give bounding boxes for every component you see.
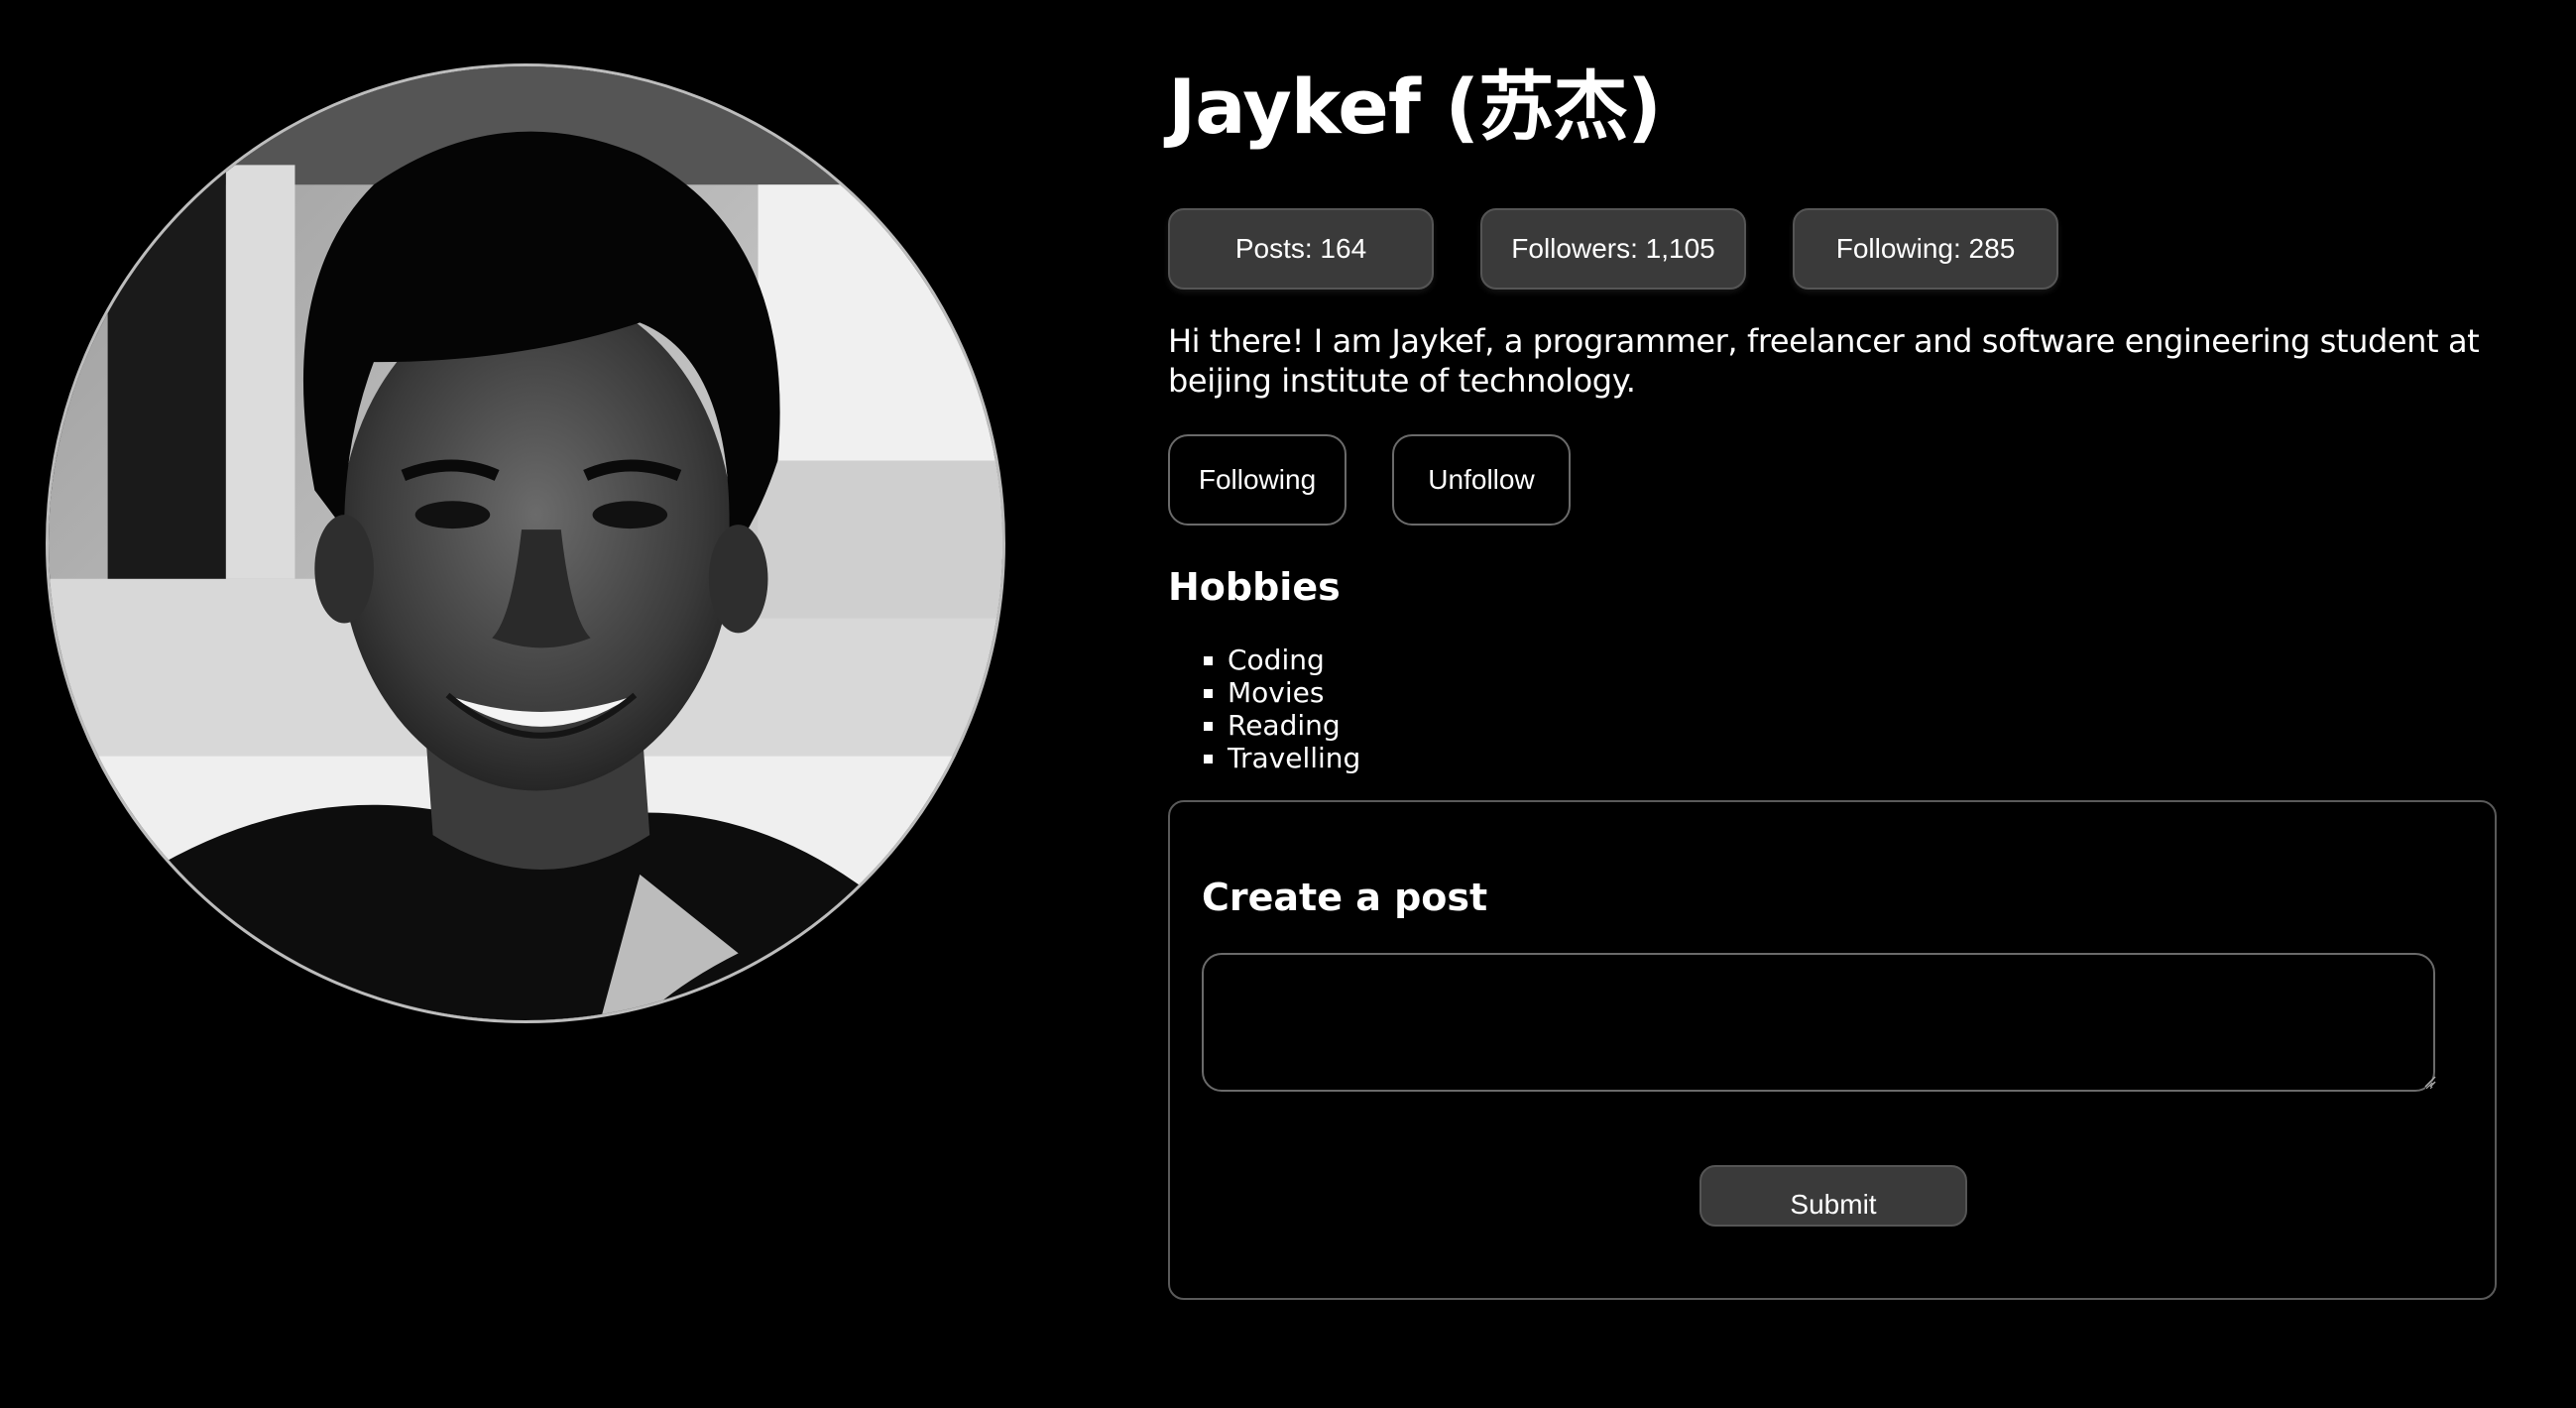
unfollow-button[interactable]: Unfollow — [1392, 434, 1571, 526]
profile-photo — [49, 66, 1002, 1020]
profile-stats: Posts: 164 Followers: 1,105 Following: 2… — [1168, 208, 2105, 290]
hobbies-list: Coding Movies Reading Travelling — [1168, 644, 1360, 774]
avatar — [46, 63, 1005, 1023]
list-item: Coding — [1228, 644, 1360, 676]
create-post-card: Create a post Submit — [1168, 800, 2497, 1300]
following-button[interactable]: Following — [1168, 434, 1347, 526]
list-item: Travelling — [1228, 742, 1360, 774]
profile-page: Jaykef (苏杰) Posts: 164 Followers: 1,105 … — [0, 0, 2576, 1408]
submit-button[interactable]: Submit — [1699, 1165, 1967, 1227]
resize-handle-icon[interactable] — [2424, 1076, 2436, 1088]
followers-count-button[interactable]: Followers: 1,105 — [1480, 208, 1746, 290]
profile-name: Jaykef (苏杰) — [1168, 62, 1662, 151]
profile-bio: Hi there! I am Jaykef, a programmer, fre… — [1168, 322, 2480, 400]
list-item: Movies — [1228, 676, 1360, 709]
posts-count-button[interactable]: Posts: 164 — [1168, 208, 1434, 290]
follow-actions: Following Unfollow — [1168, 434, 1616, 526]
list-item: Reading — [1228, 709, 1360, 742]
following-count-button[interactable]: Following: 285 — [1793, 208, 2058, 290]
hobbies-heading: Hobbies — [1168, 565, 1341, 609]
post-textarea[interactable] — [1202, 953, 2435, 1092]
create-post-heading: Create a post — [1202, 876, 1488, 919]
